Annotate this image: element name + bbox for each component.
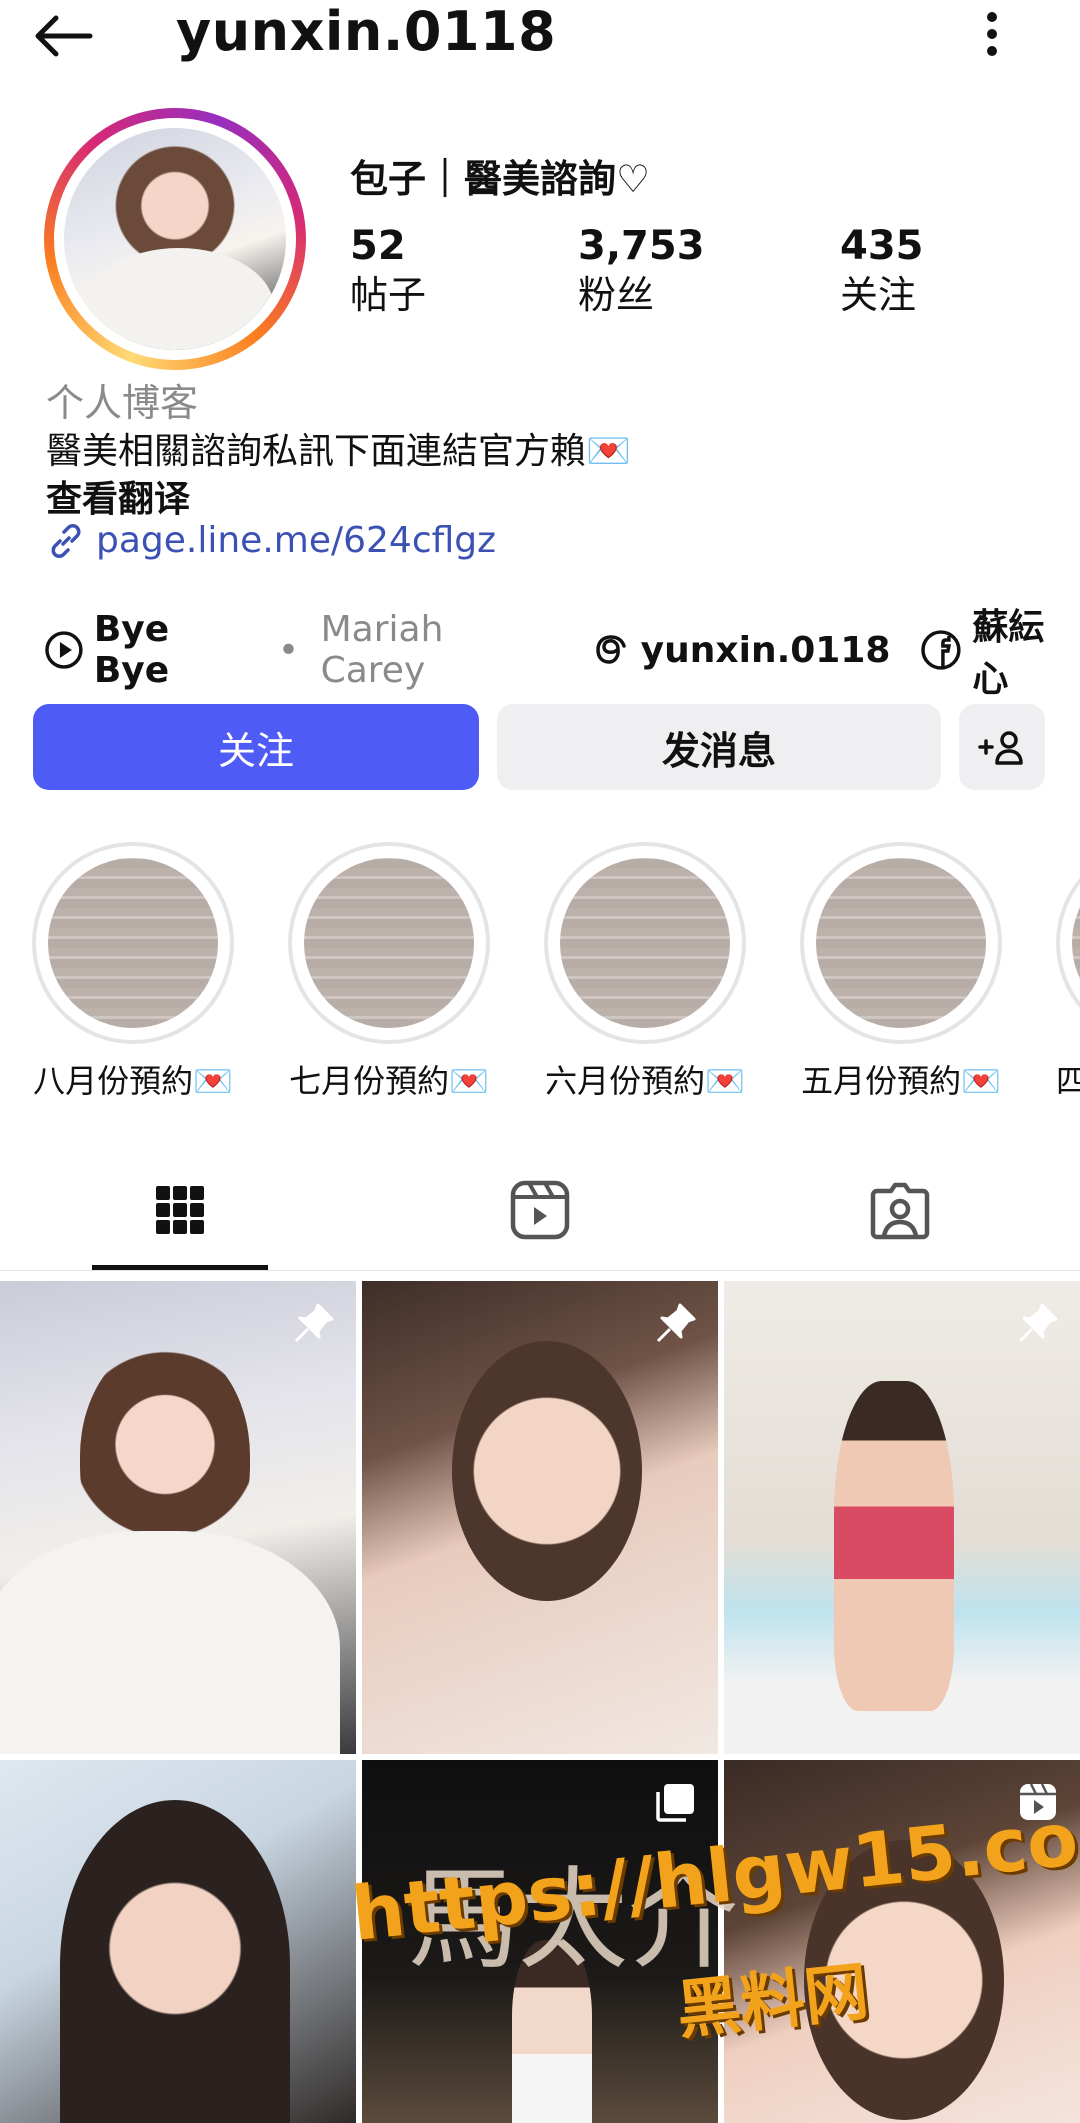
link-icon: [51, 523, 81, 558]
follow-button[interactable]: 关注: [33, 704, 479, 790]
profile-link[interactable]: page.line.me/624cflgz: [46, 520, 496, 561]
post-tile[interactable]: [362, 1281, 718, 1754]
tab-reels[interactable]: [360, 1160, 720, 1260]
highlight-label: 七月份預約💌: [289, 1062, 489, 1100]
play-circle-icon: [45, 631, 83, 669]
music-separator: •: [266, 629, 311, 671]
post-tile[interactable]: [0, 1281, 356, 1754]
music-chip[interactable]: Bye Bye • Mariah Carey: [44, 609, 559, 691]
highlight-item[interactable]: 七月份預約💌: [288, 842, 490, 1102]
highlight-label: 五月份預約💌: [801, 1062, 1001, 1100]
highlight-label: 六月份預約💌: [545, 1062, 745, 1100]
pinned-icon: [1016, 1301, 1060, 1349]
dot-icon: [987, 12, 997, 22]
following-stat[interactable]: 435 关注: [840, 222, 924, 320]
tab-posts-grid[interactable]: [0, 1160, 360, 1260]
display-name: 包子｜醫美諮詢♡: [350, 157, 651, 201]
posts-stat[interactable]: 52 帖子: [350, 222, 426, 320]
pinned-icon: [654, 1301, 698, 1349]
more-options-button[interactable]: [972, 6, 1012, 62]
highlight-cover: [560, 858, 730, 1028]
facebook-icon: [921, 630, 962, 670]
add-person-button[interactable]: [959, 704, 1045, 790]
username-title: yunxin.0118: [176, 0, 557, 63]
avatar-story-ring[interactable]: [44, 108, 306, 370]
facebook-name: 蘇紜心: [972, 607, 1045, 700]
music-artist: Mariah Carey: [320, 609, 444, 691]
pinned-icon: [292, 1301, 336, 1349]
highlight-cover: [304, 858, 474, 1028]
highlight-item[interactable]: 六月份預約💌: [544, 842, 746, 1102]
back-button[interactable]: [30, 8, 100, 64]
followers-stat[interactable]: 3,753 粉丝: [578, 222, 705, 320]
highlight-cover: [816, 858, 986, 1028]
threads-handle: yunxin.0118: [640, 629, 891, 671]
profile-link-text: page.line.me/624cflgz: [96, 520, 497, 561]
message-button[interactable]: 发消息: [497, 704, 941, 790]
highlight-cover: [48, 858, 218, 1028]
post-tile[interactable]: [0, 1760, 356, 2123]
music-song: Bye Bye: [93, 609, 170, 691]
reels-icon: [510, 1180, 570, 1240]
see-translation-link[interactable]: 查看翻译: [46, 470, 190, 522]
threads-icon: [595, 635, 626, 664]
grid-icon: [156, 1186, 204, 1234]
dot-icon: [987, 29, 997, 39]
posts-count: 52: [350, 223, 406, 269]
add-person-icon: [978, 731, 1023, 765]
avatar: [64, 128, 286, 350]
post-tile[interactable]: [724, 1281, 1080, 1754]
facebook-chip[interactable]: 蘇紜心: [920, 598, 1080, 702]
highlight-cover: [1072, 858, 1080, 1028]
profile-meta-row: Bye Bye • Mariah Carey yunxin.0118 蘇紜心: [44, 598, 1080, 702]
followers-count: 3,753: [578, 223, 705, 269]
tab-tagged[interactable]: [720, 1160, 1080, 1260]
tagged-icon: [870, 1182, 930, 1240]
profile-category: 个人博客: [46, 381, 199, 425]
carousel-icon: [654, 1780, 698, 1828]
tab-divider: [0, 1270, 1080, 1271]
posts-label: 帖子: [350, 273, 427, 317]
dot-icon: [987, 46, 997, 56]
highlight-label: 八月份預約💌: [33, 1062, 233, 1100]
highlight-label: 四: [1056, 1062, 1080, 1100]
highlight-item[interactable]: 四: [1056, 842, 1080, 1102]
following-count: 435: [840, 223, 924, 269]
following-label: 关注: [840, 273, 917, 317]
back-arrow-icon: [35, 15, 93, 57]
highlight-item[interactable]: 五月份預約💌: [800, 842, 1002, 1102]
highlight-item[interactable]: 八月份預約💌: [32, 842, 234, 1102]
threads-chip[interactable]: yunxin.0118: [591, 629, 891, 671]
followers-label: 粉丝: [578, 273, 655, 317]
profile-bio: 醫美相關諮詢私訊下面連結官方賴💌: [46, 431, 631, 472]
